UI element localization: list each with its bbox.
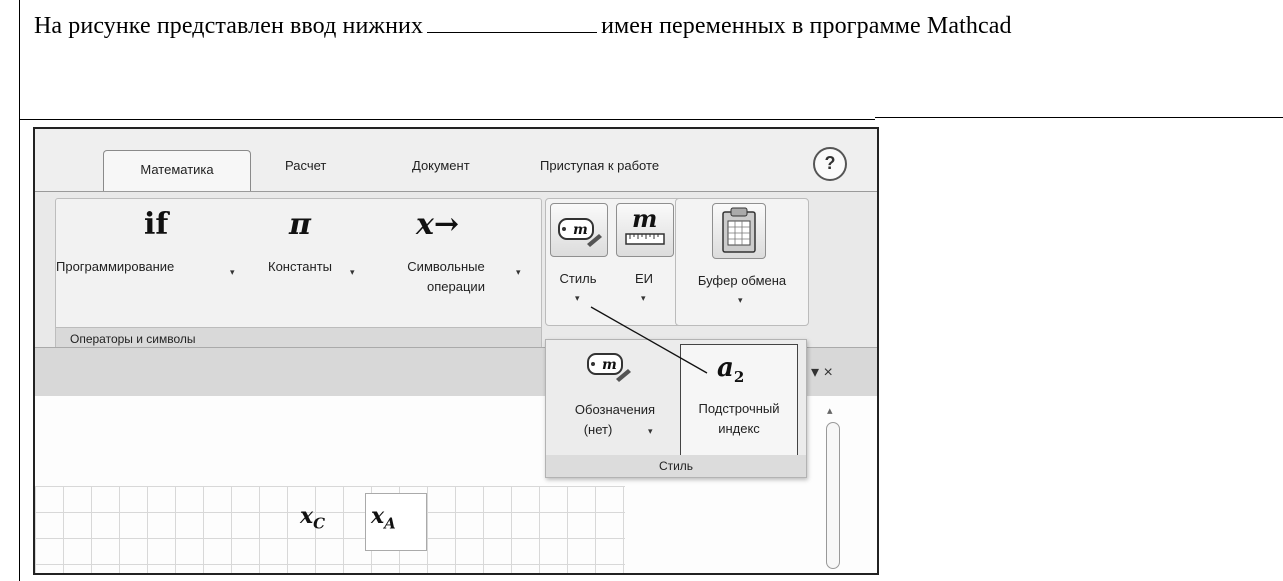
operators-group: if Программирование ▾ π Константы ▾ x→ С… bbox=[55, 198, 542, 350]
clipboard-group: Буфер обмена ▾ bbox=[675, 198, 809, 326]
style-dropdown-arrow[interactable]: ▾ bbox=[575, 293, 580, 304]
worksheet-grid bbox=[35, 486, 625, 573]
style-tag-icon: m bbox=[558, 218, 602, 247]
clipboard-label[interactable]: Буфер обмена bbox=[676, 273, 808, 288]
vertical-scrollbar[interactable]: ▴ bbox=[823, 404, 843, 569]
symbolic-label-2[interactable]: операции bbox=[396, 277, 516, 296]
subscript-label-2: индекс bbox=[718, 421, 760, 436]
programming-button-label[interactable]: Программирование bbox=[56, 257, 174, 276]
tab-document[interactable]: Документ bbox=[412, 158, 470, 173]
tab-mathematics[interactable]: Математика bbox=[103, 150, 251, 191]
table-row-divider bbox=[19, 119, 875, 120]
notation-label-1[interactable]: Обозначения bbox=[550, 402, 680, 417]
clipboard-dropdown-arrow[interactable]: ▾ bbox=[738, 295, 743, 306]
scroll-up-arrow[interactable]: ▴ bbox=[827, 404, 833, 417]
tab-getting-started[interactable]: Приступая к работе bbox=[540, 158, 659, 173]
units-dropdown-arrow[interactable]: ▾ bbox=[641, 293, 646, 304]
answer-blank[interactable] bbox=[427, 12, 598, 33]
symbolic-symbol[interactable]: x→ bbox=[416, 207, 459, 242]
variable-x-a[interactable]: xA bbox=[371, 503, 396, 532]
pane-controls[interactable]: ▾ × bbox=[811, 362, 833, 382]
ruler-icon bbox=[625, 233, 665, 245]
scroll-thumb[interactable] bbox=[826, 422, 840, 569]
clipboard-icon bbox=[722, 207, 756, 253]
constants-button-label[interactable]: Константы bbox=[268, 257, 332, 276]
programming-dropdown-arrow[interactable]: ▾ bbox=[230, 267, 235, 278]
subscript-symbol: a2 bbox=[717, 353, 744, 386]
question-before: На рисунке представлен ввод нижних bbox=[34, 13, 424, 39]
subscript-base: a bbox=[717, 353, 734, 383]
constants-symbol[interactable]: π bbox=[289, 207, 311, 242]
style-icon-text: m bbox=[573, 222, 588, 238]
var2-subscript: A bbox=[384, 514, 396, 533]
programming-symbol[interactable]: if bbox=[144, 207, 168, 242]
help-button[interactable]: ? bbox=[813, 147, 847, 181]
question-text: На рисунке представлен ввод нижних имен п… bbox=[34, 12, 1012, 40]
subscript-index: 2 bbox=[733, 368, 745, 387]
style-button[interactable]: m bbox=[550, 203, 608, 257]
style-dropdown-panel: m Обозначения (нет) ▾ a2 Подстрочный инд… bbox=[545, 339, 807, 478]
table-row-divider-right bbox=[875, 117, 1283, 118]
ribbon-tab-bar: Математика Расчет Документ Приступая к р… bbox=[35, 129, 877, 192]
var2-base: x bbox=[371, 503, 385, 529]
var1-base: x bbox=[300, 503, 314, 529]
notation-tag-icon: m bbox=[587, 353, 631, 382]
units-label[interactable]: ЕИ bbox=[616, 271, 672, 286]
symbolic-label-1[interactable]: Символьные bbox=[386, 257, 506, 276]
notation-label-2[interactable]: (нет) bbox=[550, 422, 646, 437]
ribbon: if Программирование ▾ π Константы ▾ x→ С… bbox=[35, 192, 877, 350]
constants-dropdown-arrow[interactable]: ▾ bbox=[350, 267, 355, 278]
var1-subscript: C bbox=[313, 514, 326, 533]
style-units-group: m Стиль ▾ m ЕИ ▾ bbox=[545, 198, 683, 326]
style-panel-caption: Стиль bbox=[546, 455, 806, 477]
units-button[interactable]: m bbox=[616, 203, 674, 257]
subscript-label-1: Подстрочный bbox=[698, 401, 780, 416]
clipboard-button[interactable] bbox=[712, 203, 766, 259]
mathcad-screenshot: Математика Расчет Документ Приступая к р… bbox=[33, 127, 879, 575]
operators-group-caption: Операторы и символы bbox=[56, 327, 541, 349]
notation-dropdown-arrow[interactable]: ▾ bbox=[648, 426, 653, 437]
style-label[interactable]: Стиль bbox=[550, 271, 606, 286]
tab-calculation[interactable]: Расчет bbox=[285, 158, 326, 173]
notation-icon-text: m bbox=[602, 357, 617, 373]
symbolic-dropdown-arrow[interactable]: ▾ bbox=[516, 267, 521, 278]
question-after: имен переменных в программе Mathcad bbox=[601, 13, 1012, 39]
subscript-button[interactable]: a2 Подстрочный индекс bbox=[680, 344, 798, 456]
variable-x-c[interactable]: xC bbox=[300, 503, 325, 532]
